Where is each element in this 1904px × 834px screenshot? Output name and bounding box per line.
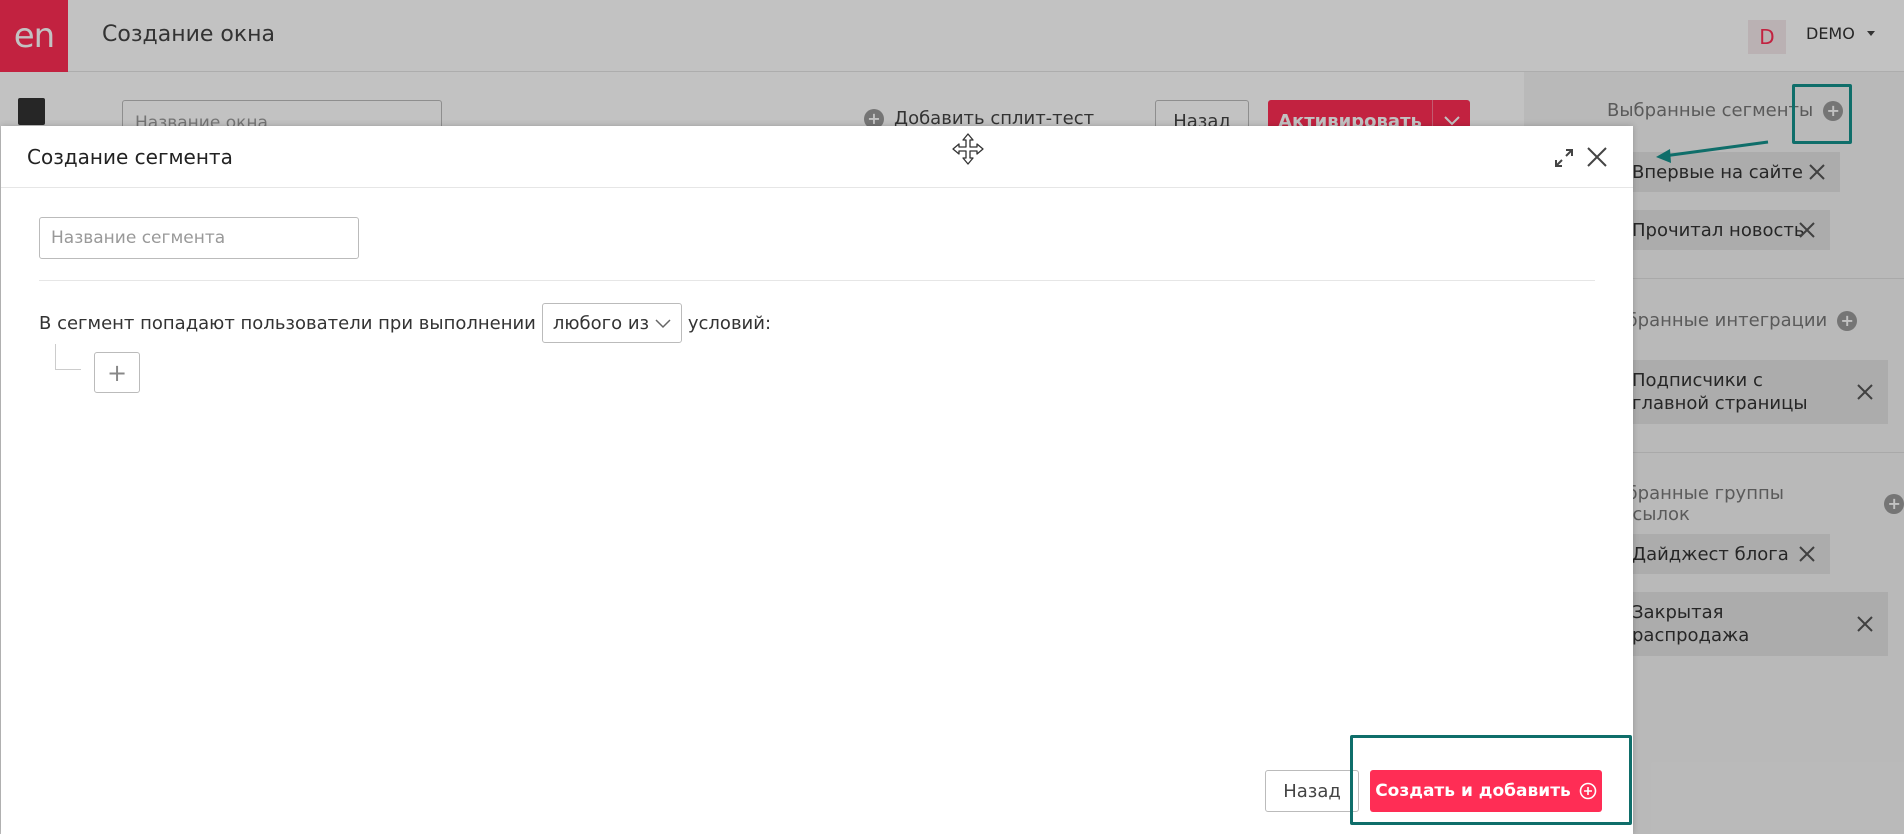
expand-icon[interactable] bbox=[1553, 147, 1575, 169]
condition-prefix: В сегмент попадают пользователи при выпо… bbox=[39, 312, 536, 334]
divider bbox=[39, 280, 1595, 281]
modal-title: Создание сегмента bbox=[27, 145, 233, 169]
close-icon[interactable] bbox=[1585, 145, 1609, 169]
chevron-down-icon bbox=[655, 319, 671, 329]
condition-suffix: условий: bbox=[687, 312, 772, 334]
move-icon[interactable] bbox=[951, 132, 985, 166]
highlight-box bbox=[1792, 84, 1852, 144]
highlight-box bbox=[1350, 735, 1632, 825]
modal-back-button[interactable]: Назад bbox=[1265, 770, 1359, 812]
create-segment-modal: Создание сегмента В сегмент попадают пол… bbox=[1, 126, 1633, 834]
condition-mode-select[interactable]: любого из bbox=[541, 303, 682, 343]
arrow-icon bbox=[1656, 140, 1769, 163]
segment-name-input[interactable] bbox=[39, 217, 359, 259]
modal-header: Создание сегмента bbox=[1, 126, 1633, 188]
condition-mode-value: любого из bbox=[552, 312, 650, 334]
condition-row: В сегмент попадают пользователи при выпо… bbox=[39, 302, 771, 344]
tree-connector bbox=[55, 344, 81, 370]
add-condition-button[interactable]: + bbox=[94, 352, 140, 393]
